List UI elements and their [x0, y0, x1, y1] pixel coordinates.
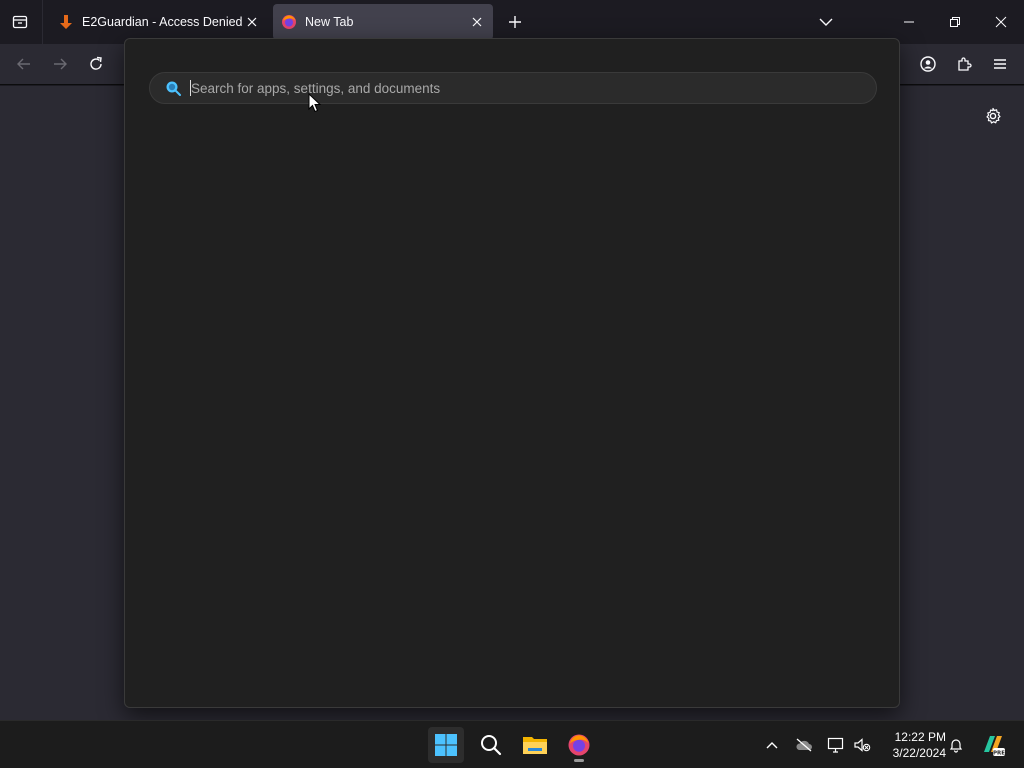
- search-icon: [481, 735, 502, 756]
- svg-text:PRE: PRE: [993, 751, 1005, 757]
- search-input[interactable]: [191, 74, 876, 102]
- firefox-icon: [281, 14, 297, 30]
- windows-taskbar: 12:22 PM 3/22/2024 PRE: [0, 720, 1024, 768]
- mouse-pointer-icon: [308, 93, 322, 113]
- extensions-icon: [958, 57, 972, 71]
- tab-new-tab[interactable]: New Tab: [273, 4, 493, 40]
- app-menu-button[interactable]: [988, 52, 1012, 76]
- file-explorer-button[interactable]: [517, 727, 553, 763]
- onedrive-button[interactable]: [794, 735, 814, 755]
- account-button[interactable]: [916, 52, 940, 76]
- firefox-icon: [568, 734, 590, 756]
- e2guardian-arrow-icon: [58, 14, 74, 30]
- tab-close-button[interactable]: [467, 12, 487, 32]
- close-icon: [247, 17, 257, 27]
- windows-search-box[interactable]: [149, 72, 877, 104]
- hamburger-menu-icon: [994, 59, 1006, 69]
- clock-time: 12:22 PM: [894, 730, 946, 744]
- tab-close-button[interactable]: [242, 12, 262, 32]
- forward-button[interactable]: [48, 52, 72, 76]
- list-all-tabs-button[interactable]: [814, 10, 838, 34]
- windows-search-flyout: [124, 38, 900, 708]
- close-icon: [995, 16, 1007, 28]
- system-clock[interactable]: 12:22 PM 3/22/2024: [880, 729, 946, 761]
- search-icon: [164, 79, 182, 97]
- chevron-down-icon: [819, 18, 833, 26]
- volume-muted-icon: [854, 738, 871, 752]
- network-button[interactable]: [826, 735, 846, 755]
- tab-e2guardian[interactable]: E2Guardian - Access Denied: [50, 4, 268, 40]
- back-button[interactable]: [12, 52, 36, 76]
- volume-button[interactable]: [852, 735, 872, 755]
- new-tab-button[interactable]: [503, 10, 527, 34]
- extensions-button[interactable]: [952, 52, 976, 76]
- running-indicator: [574, 759, 584, 762]
- windows-start-icon: [435, 734, 457, 756]
- file-explorer-icon: [523, 737, 547, 754]
- tab-separator: [42, 0, 43, 44]
- chevron-up-icon: [766, 742, 778, 749]
- forward-arrow-icon: [54, 58, 67, 70]
- onedrive-offline-icon: [796, 738, 812, 752]
- taskbar-search-button[interactable]: [473, 727, 509, 763]
- minimize-icon: [904, 21, 914, 23]
- firefox-view-button[interactable]: [8, 10, 32, 34]
- network-icon: [827, 737, 844, 753]
- gear-icon: [986, 107, 1001, 124]
- restore-button[interactable]: [941, 8, 969, 36]
- copilot-button[interactable]: PRE: [980, 732, 1006, 758]
- minimize-button[interactable]: [895, 8, 923, 36]
- reload-button[interactable]: [84, 52, 108, 76]
- copilot-pre-icon: PRE: [984, 736, 1005, 757]
- clock-date: 3/22/2024: [892, 746, 946, 760]
- show-hidden-icons-button[interactable]: [762, 735, 782, 755]
- notification-bell-icon: [949, 739, 963, 753]
- firefox-view-icon: [12, 15, 28, 29]
- reload-icon: [90, 56, 102, 70]
- plus-icon: [509, 16, 521, 28]
- new-tab-settings-button[interactable]: [982, 105, 1004, 127]
- notifications-button[interactable]: [946, 735, 966, 755]
- back-arrow-icon: [17, 58, 30, 70]
- account-icon: [920, 56, 936, 72]
- start-button[interactable]: [428, 727, 464, 763]
- close-window-button[interactable]: [987, 8, 1015, 36]
- close-icon: [472, 17, 482, 27]
- taskbar-firefox-button[interactable]: [561, 727, 597, 763]
- tab-title: New Tab: [305, 15, 354, 29]
- tab-title: E2Guardian - Access Denied: [82, 15, 242, 29]
- restore-icon: [950, 17, 960, 27]
